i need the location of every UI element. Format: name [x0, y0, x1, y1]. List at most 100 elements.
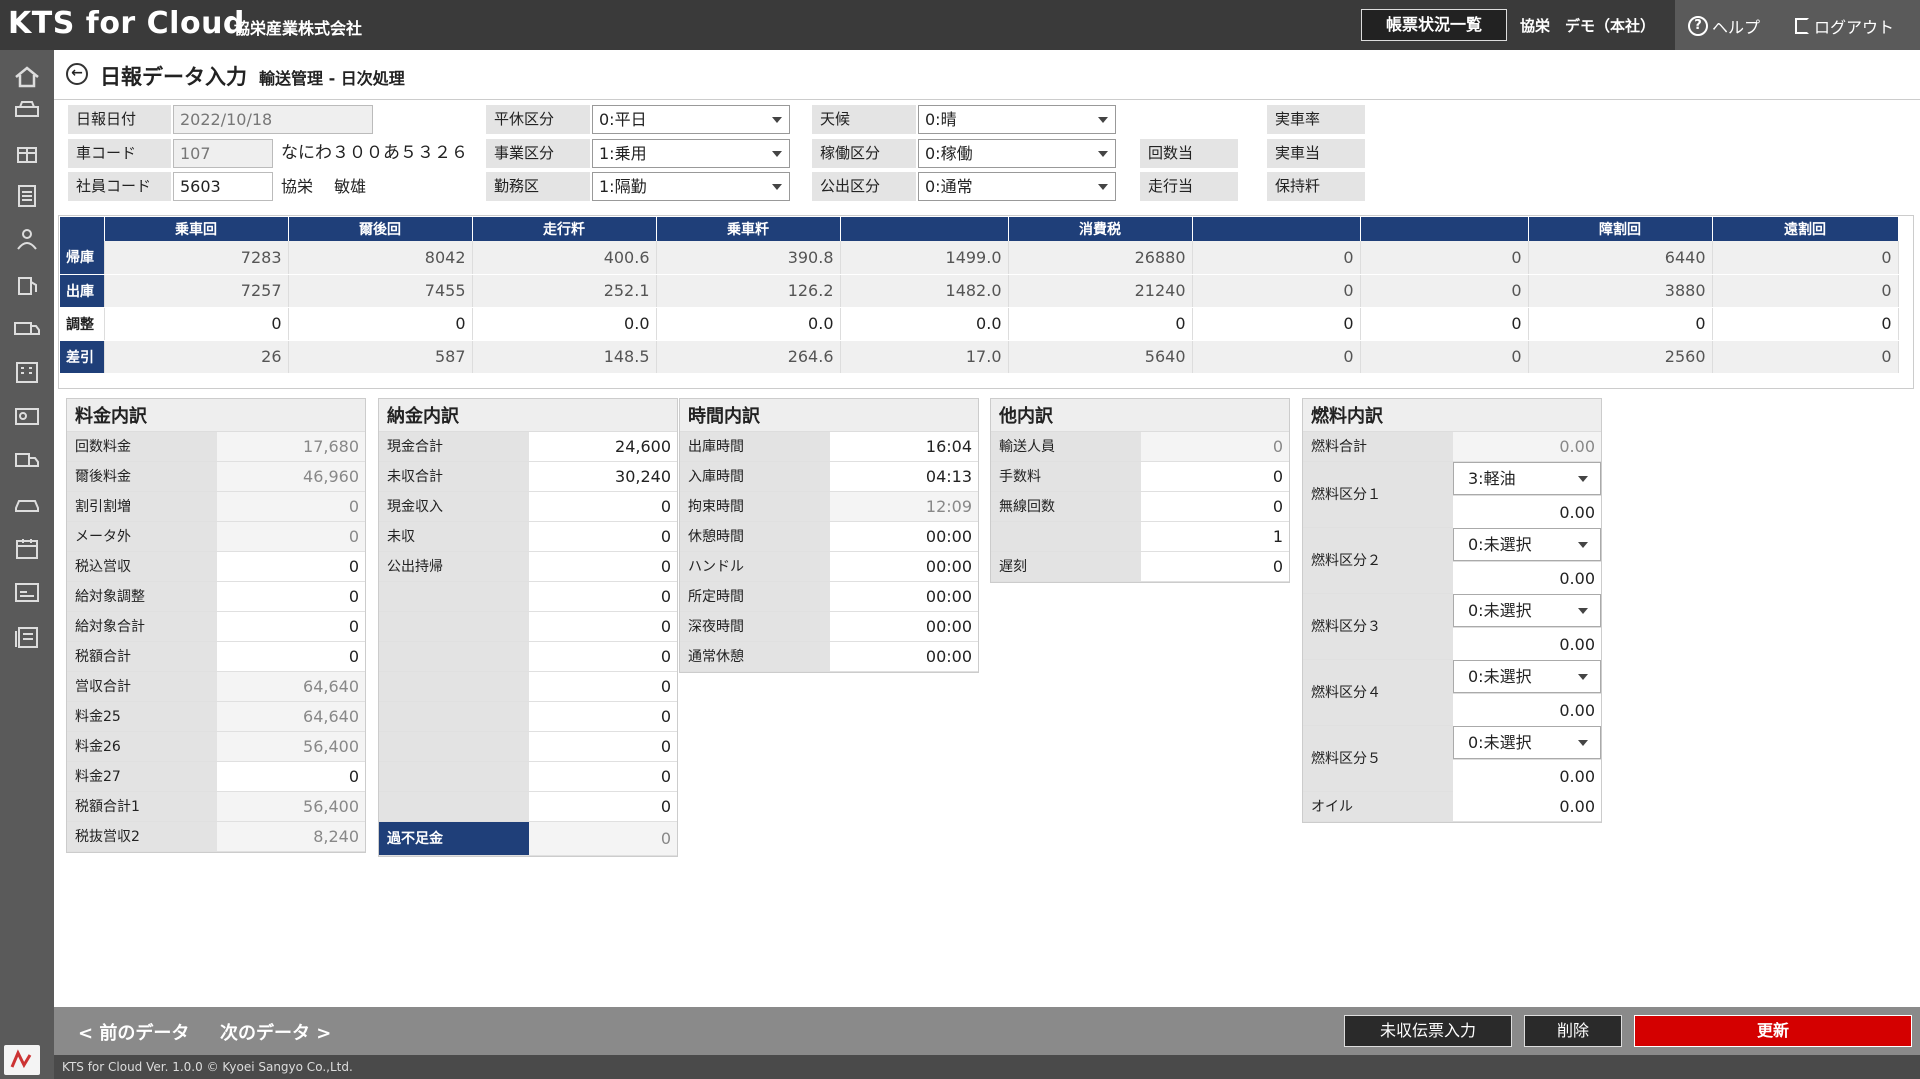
taxi-icon[interactable]: [13, 97, 41, 121]
table-cell-input[interactable]: 0: [1360, 307, 1529, 341]
table-cell-input[interactable]: 0: [1192, 307, 1361, 341]
row-input[interactable]: 0: [529, 612, 677, 641]
row-input[interactable]: 0: [1141, 492, 1289, 521]
operation-type-select[interactable]: 0:稼働: [918, 139, 1116, 168]
row-input[interactable]: 00:00: [830, 552, 978, 581]
id-card-icon[interactable]: [13, 404, 41, 428]
delivery-icon[interactable]: [13, 448, 41, 472]
row-input[interactable]: 0: [217, 552, 365, 581]
row-input[interactable]: 0: [529, 762, 677, 791]
table-cell: 0: [1360, 274, 1529, 308]
report-date-input[interactable]: 2022/10/18: [173, 105, 373, 134]
row-input[interactable]: 0: [1141, 462, 1289, 491]
business-type-select[interactable]: 1:乗用: [592, 139, 790, 168]
gift-icon[interactable]: [13, 140, 41, 164]
row-input[interactable]: 30,240: [529, 462, 677, 491]
unpaid-slip-button[interactable]: 未収伝票入力: [1344, 1015, 1512, 1047]
calendar-icon[interactable]: [13, 536, 41, 560]
summary-header-row: 乗車回 爾後回 走行粁 乗車粁 消費税 障割回 遠割回: [60, 217, 1899, 241]
shift-type-select[interactable]: 1:隔勤: [592, 172, 790, 201]
next-data-button[interactable]: 次のデータ >: [220, 1019, 331, 1045]
row-input[interactable]: 0: [217, 582, 365, 611]
table-cell-input[interactable]: 0: [1712, 307, 1899, 341]
car-icon[interactable]: [13, 492, 41, 516]
car-code-input[interactable]: 107: [173, 139, 273, 168]
employee-code-input[interactable]: 5603: [173, 172, 273, 201]
row-input[interactable]: 00:00: [830, 642, 978, 671]
row-label: 燃料区分１: [1303, 462, 1453, 527]
table-cell-input[interactable]: 0: [104, 307, 289, 341]
row-input[interactable]: 0: [529, 702, 677, 731]
row-input[interactable]: 0: [217, 762, 365, 791]
row-input[interactable]: 0: [529, 732, 677, 761]
list-item: 入庫時間 04:13: [680, 462, 978, 492]
truck-icon[interactable]: [13, 316, 41, 340]
table-cell-input[interactable]: 0.0: [840, 307, 1009, 341]
home-icon[interactable]: [13, 65, 41, 89]
table-cell-input[interactable]: 0.0: [656, 307, 841, 341]
list-item: 0: [379, 612, 677, 642]
row-input[interactable]: 0: [217, 612, 365, 641]
row-label: [379, 612, 529, 641]
public-type-select[interactable]: 0:通常: [918, 172, 1116, 201]
report-icon[interactable]: [13, 625, 41, 649]
row-input[interactable]: 24,600: [529, 432, 677, 461]
table-cell-input[interactable]: 0: [288, 307, 473, 341]
row-label: [379, 582, 529, 611]
chevron-down-icon: [1578, 476, 1588, 482]
row-input[interactable]: 0: [217, 642, 365, 671]
fuel-amount-input[interactable]: 0.00: [1453, 627, 1601, 660]
table-cell: 0: [1712, 274, 1899, 308]
row-input[interactable]: 0: [1141, 552, 1289, 581]
fuel-amount-input[interactable]: 0.00: [1453, 693, 1601, 726]
row-input[interactable]: 0: [529, 582, 677, 611]
row-input[interactable]: 0: [529, 522, 677, 551]
prev-data-button[interactable]: < 前のデータ: [78, 1019, 189, 1045]
document-icon[interactable]: [13, 184, 41, 208]
holiday-type-select[interactable]: 0:平日: [592, 105, 790, 134]
weather-select[interactable]: 0:晴: [918, 105, 1116, 134]
fuel-amount-input[interactable]: 0.00: [1453, 495, 1601, 528]
fuel-amount-input[interactable]: 0.00: [1453, 759, 1601, 792]
row-input[interactable]: 0: [529, 492, 677, 521]
person-icon[interactable]: [13, 227, 41, 251]
fuel-amount-input[interactable]: 0.00: [1453, 561, 1601, 594]
fuel-icon[interactable]: [13, 272, 41, 296]
fare-panel-title: 料金内訳: [67, 399, 365, 432]
summary-table: 乗車回 爾後回 走行粁 乗車粁 消費税 障割回 遠割回 帰庫 7283 8042…: [60, 217, 1899, 374]
row-input[interactable]: 0: [529, 552, 677, 581]
fuel-type-select[interactable]: 0:未選択: [1453, 726, 1601, 759]
row-input[interactable]: 04:13: [830, 462, 978, 491]
table-cell-input[interactable]: 0: [1008, 307, 1193, 341]
fuel-type-select[interactable]: 0:未選択: [1453, 528, 1601, 561]
delete-button[interactable]: 削除: [1524, 1015, 1622, 1047]
oil-input[interactable]: 0.00: [1453, 792, 1601, 821]
shortage-label: 過不足金: [379, 822, 529, 855]
row-input[interactable]: 0: [529, 642, 677, 671]
table-cell-input[interactable]: 0: [1528, 307, 1713, 341]
payment-panel: 納金内訳 現金合計 24,600 未収合計 30,240 現金収入 0 未収 0 公出持…: [378, 398, 678, 857]
row-input[interactable]: 00:00: [830, 612, 978, 641]
profile-card-icon[interactable]: [13, 580, 41, 604]
row-input[interactable]: 00:00: [830, 582, 978, 611]
fuel-type-select[interactable]: 0:未選択: [1453, 660, 1601, 693]
list-item: 爾後料金 46,960: [67, 462, 365, 492]
logout-link[interactable]: ログアウト: [1795, 14, 1894, 38]
row-label: 料金25: [67, 702, 217, 731]
row-input[interactable]: 1: [1141, 522, 1289, 551]
building-icon[interactable]: [13, 360, 41, 384]
row-input[interactable]: 0: [529, 672, 677, 701]
table-cell-input[interactable]: 0.0: [472, 307, 657, 341]
fuel-type-select[interactable]: 0:未選択: [1453, 594, 1601, 627]
row-input[interactable]: 16:04: [830, 432, 978, 461]
row-input[interactable]: 0: [529, 792, 677, 821]
row-value: 0: [1141, 432, 1289, 461]
chevron-down-icon: [772, 117, 782, 123]
fuel-type-select[interactable]: 3:軽油: [1453, 462, 1601, 495]
row-label: 燃料区分４: [1303, 660, 1453, 725]
row-input[interactable]: 00:00: [830, 522, 978, 551]
help-link[interactable]: ? ヘルプ: [1688, 14, 1760, 38]
report-status-button[interactable]: 帳票状況一覧: [1361, 9, 1507, 41]
back-arrow-icon[interactable]: ←: [66, 63, 88, 85]
update-button[interactable]: 更新: [1634, 1015, 1912, 1047]
